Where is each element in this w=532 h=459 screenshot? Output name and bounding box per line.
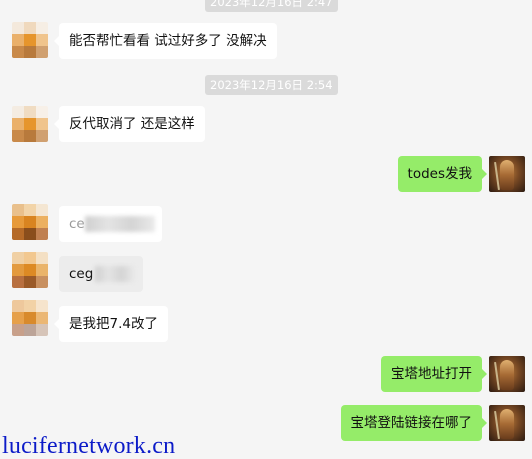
message-bubble-outgoing[interactable]: todes发我 <box>397 156 488 192</box>
watermark: lucifernetwork.cn <box>2 433 176 459</box>
contact-avatar[interactable] <box>12 106 48 142</box>
chat-area: 2023年12月16日 2:47 能否帮忙看看 试过好多了 没解决 2023年1… <box>0 0 532 459</box>
contact-avatar[interactable] <box>12 252 48 288</box>
timestamp: 2023年12月16日 2:47 <box>205 0 338 12</box>
message-bubble-incoming[interactable]: ceg <box>59 256 143 292</box>
warrior-avatar-icon[interactable] <box>489 405 525 441</box>
warrior-avatar-icon[interactable] <box>489 156 525 192</box>
message-bubble-incoming[interactable]: 能否帮忙看看 试过好多了 没解决 <box>54 23 277 59</box>
message-bubble-outgoing[interactable]: 宝塔登陆链接在哪了 <box>340 405 487 441</box>
message-bubble-incoming[interactable]: 是我把7.4改了 <box>54 306 168 342</box>
message-bubble-incoming[interactable]: ce <box>59 206 162 242</box>
timestamp: 2023年12月16日 2:54 <box>205 75 338 95</box>
message-text: ceg <box>69 266 94 282</box>
message-text: ce <box>69 216 85 232</box>
redacted-text <box>95 266 135 282</box>
redacted-text <box>85 216 155 232</box>
contact-avatar[interactable] <box>12 300 48 336</box>
message-bubble-incoming[interactable]: 反代取消了 还是这样 <box>54 106 205 142</box>
contact-avatar[interactable] <box>12 204 48 240</box>
message-bubble-outgoing[interactable]: 宝塔地址打开 <box>381 356 487 392</box>
contact-avatar[interactable] <box>12 22 48 58</box>
warrior-avatar-icon[interactable] <box>489 356 525 392</box>
